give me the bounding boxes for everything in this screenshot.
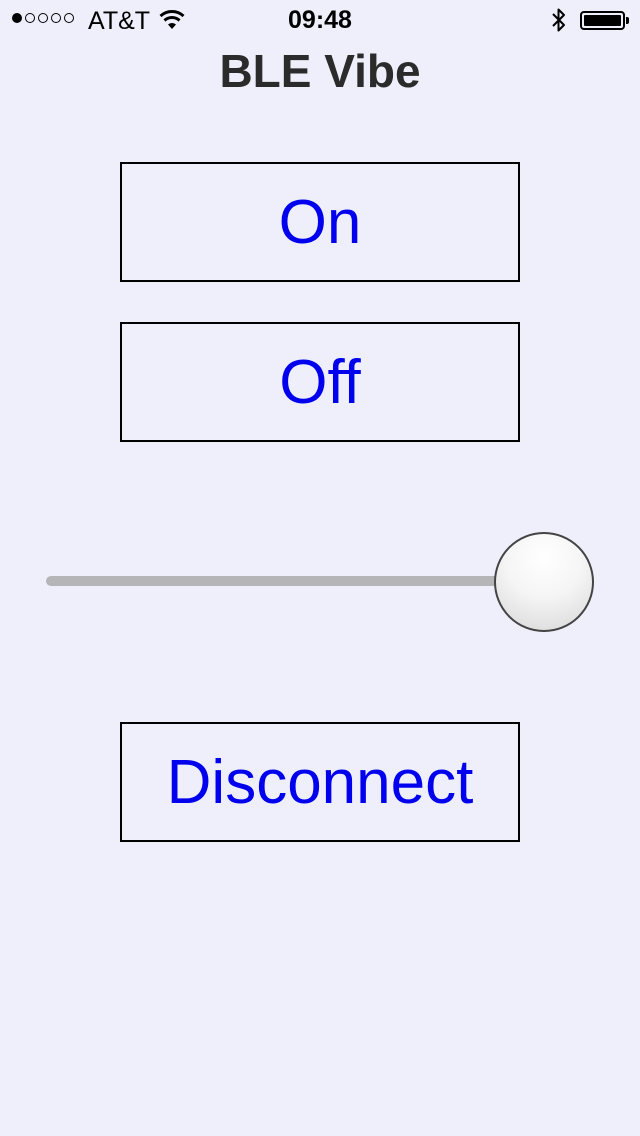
slider-track[interactable] [46, 576, 516, 586]
bluetooth-icon [550, 7, 568, 38]
battery-tip [626, 17, 629, 24]
vibration-slider[interactable] [44, 532, 596, 632]
slider-thumb[interactable] [494, 532, 594, 632]
battery-icon [580, 11, 625, 30]
on-button[interactable]: On [120, 162, 520, 282]
status-time: 09:48 [288, 6, 352, 34]
disconnect-button[interactable]: Disconnect [120, 722, 520, 842]
off-button[interactable]: Off [120, 322, 520, 442]
battery-level [584, 15, 621, 26]
status-bar: AT&T 09:48 [0, 0, 640, 40]
page-title: BLE Vibe [219, 45, 421, 97]
